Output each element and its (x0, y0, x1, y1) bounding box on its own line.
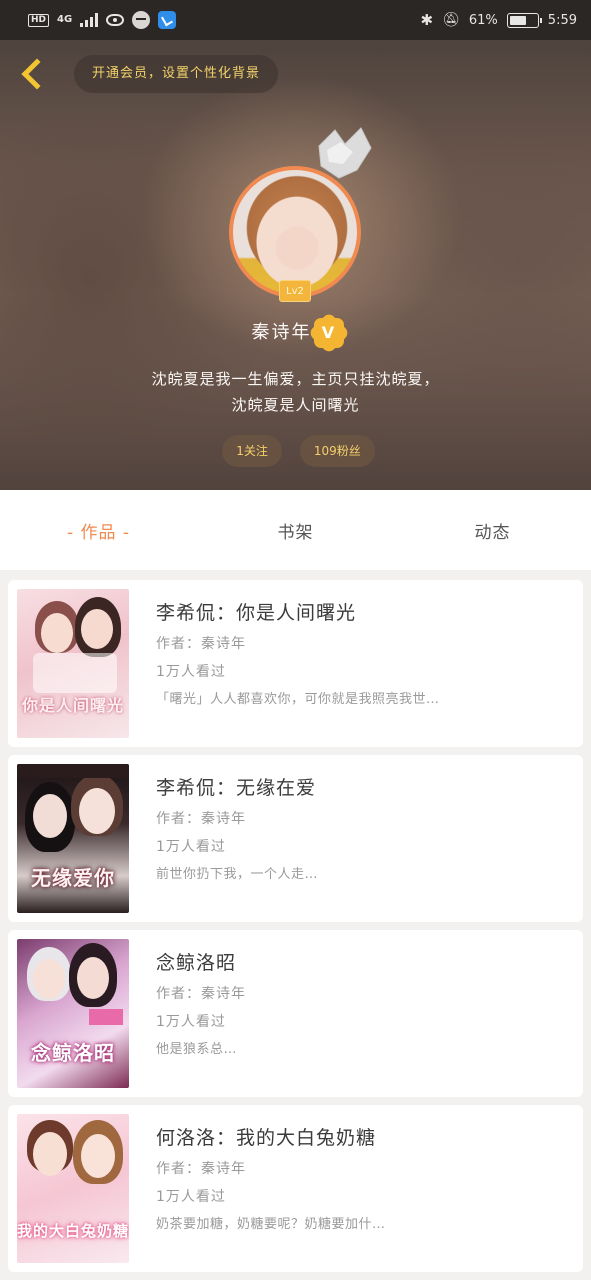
verified-badge: V (314, 318, 344, 348)
eye-icon (106, 14, 125, 26)
app-shortcut-icon (158, 11, 177, 29)
book-title[interactable]: 何洛洛：我的大白兔奶糖 (156, 1123, 571, 1153)
book-description: 「曙光」人人都喜欢你，可你就是我照亮我世… (156, 692, 440, 707)
book-description: 前世你扔下我，一个人走… (156, 867, 319, 882)
cover-text: 念鲸洛昭 (31, 1041, 115, 1065)
book-author: 作者：秦诗年 (156, 986, 246, 1002)
bluetooth-icon: ✱ (420, 11, 434, 29)
book-views: 1万人看过 (156, 1014, 226, 1030)
book-description: 奶茶要加糖，奶糖要呢？奶糖要加什… (156, 1217, 386, 1232)
book-card[interactable]: 念鲸洛昭 念鲸洛昭 作者：秦诗年 1万人看过 他是狼系总… (8, 930, 583, 1097)
app-notification-icon (132, 11, 151, 29)
book-views: 1万人看过 (156, 664, 226, 680)
book-card[interactable]: 我的大白兔奶糖 何洛洛：我的大白兔奶糖 作者：秦诗年 1万人看过 奶茶要加糖，奶… (8, 1105, 583, 1272)
book-cover[interactable]: 你是人间曙光 (17, 589, 129, 738)
battery-icon (506, 12, 542, 28)
user-bio: 沈皖夏是我一生偏爱，主页只挂沈皖夏， 沈皖夏是人间曙光 (0, 366, 591, 418)
book-card[interactable]: 无缘爱你 李希侃：无缘在爱 作者：秦诗年 1万人看过 前世你扔下我，一个人走… (8, 755, 583, 922)
tab-bookshelf[interactable]: 书架 (197, 518, 394, 543)
bio-line-2: 沈皖夏是人间曙光 (231, 396, 360, 414)
bio-line-1: 沈皖夏是我一生偏爱，主页只挂沈皖夏， (151, 370, 440, 388)
fans-button[interactable]: 109粉丝 (299, 435, 375, 467)
book-views: 1万人看过 (156, 839, 226, 855)
book-list: 你是人间曙光 李希侃：你是人间曙光 作者：秦诗年 1万人看过 「曙光」人人都喜欢… (8, 580, 583, 1280)
level-badge: Lv2 (279, 280, 311, 302)
book-title[interactable]: 李希侃：无缘在爱 (156, 773, 571, 803)
book-cover[interactable]: 念鲸洛昭 (17, 939, 129, 1088)
bell-muted-icon: 🔕︎ (442, 12, 460, 28)
back-button[interactable] (14, 54, 53, 94)
avatar-group[interactable]: Lv2 (229, 127, 372, 302)
vip-background-banner[interactable]: 开通会员，设置个性化背景 (74, 55, 279, 93)
profile-tabs: - 作品 - 书架 动态 (0, 490, 591, 570)
book-author: 作者：秦诗年 (156, 1161, 246, 1177)
user-name-row: 秦诗年 V (0, 311, 591, 355)
following-button[interactable]: 1关注 (222, 435, 282, 467)
book-title[interactable]: 李希侃：你是人间曙光 (156, 598, 571, 628)
cover-text: 你是人间曙光 (21, 696, 124, 715)
avatar[interactable] (229, 166, 361, 298)
book-cover[interactable]: 无缘爱你 (17, 764, 129, 913)
book-title[interactable]: 念鲸洛昭 (156, 948, 571, 978)
book-views: 1万人看过 (156, 1189, 226, 1205)
book-card[interactable]: 你是人间曙光 李希侃：你是人间曙光 作者：秦诗年 1万人看过 「曙光」人人都喜欢… (8, 580, 583, 747)
crown-icon (318, 127, 372, 179)
network-type: 4G (57, 14, 73, 25)
cover-text: 无缘爱你 (31, 866, 115, 890)
book-info: 李希侃：你是人间曙光 作者：秦诗年 1万人看过 「曙光」人人都喜欢你，可你就是我… (156, 598, 571, 712)
stats-row: 1关注 109粉丝 (0, 435, 591, 467)
book-info: 李希侃：无缘在爱 作者：秦诗年 1万人看过 前世你扔下我，一个人走… (156, 773, 571, 887)
book-info: 何洛洛：我的大白兔奶糖 作者：秦诗年 1万人看过 奶茶要加糖，奶糖要呢？奶糖要加… (156, 1123, 571, 1237)
clock: 5:59 (547, 12, 577, 28)
chevron-left-icon (21, 58, 53, 90)
tab-activity[interactable]: 动态 (394, 518, 591, 543)
cover-text: 我的大白兔奶糖 (17, 1222, 129, 1240)
book-cover[interactable]: 我的大白兔奶糖 (17, 1114, 129, 1263)
book-info: 念鲸洛昭 作者：秦诗年 1万人看过 他是狼系总… (156, 948, 571, 1062)
book-author: 作者：秦诗年 (156, 811, 246, 827)
user-name: 秦诗年 (251, 322, 312, 343)
status-bar: HD 4G ✱ 🔕︎ 61% 5:59 (0, 0, 591, 40)
book-description: 他是狼系总… (156, 1042, 238, 1057)
battery-percent: 61% (468, 12, 498, 28)
hd-indicator: HD (28, 13, 50, 27)
book-author: 作者：秦诗年 (156, 636, 246, 652)
signal-icon (80, 13, 99, 27)
tab-works[interactable]: - 作品 - (0, 518, 197, 543)
